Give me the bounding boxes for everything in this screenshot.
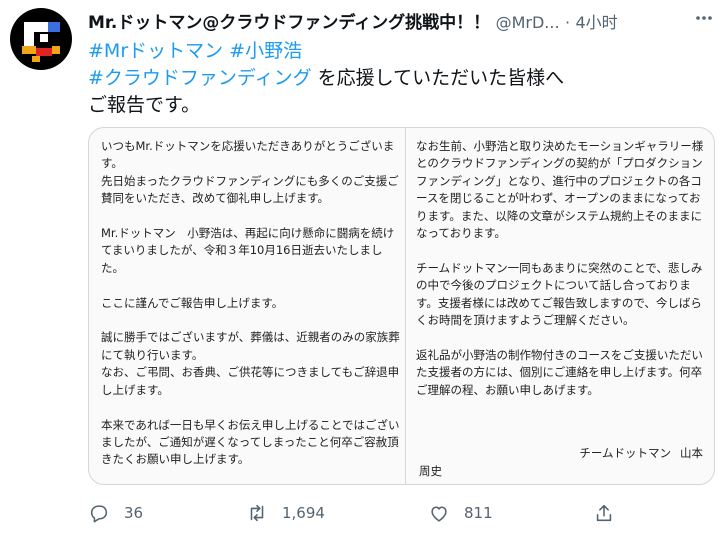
signature-team: チームドットマン [579, 446, 671, 460]
avatar-pixel-block [24, 22, 48, 32]
notice-right-column: なお生前、小野浩と取り決めたモーションギャラリー様とのクラウドファンディングの契… [416, 139, 704, 397]
avatar-pixel-block [52, 46, 60, 54]
share-button[interactable] [593, 498, 629, 528]
author-name[interactable]: Mr.ドットマン@クラウドファンディング挑戦中！！ [88, 13, 490, 33]
avatar-pixel-block [40, 34, 48, 42]
separator-dot: · [564, 13, 571, 32]
hashtag-link[interactable]: #小野浩 [229, 40, 302, 62]
tweet-timestamp[interactable]: 4小时 [575, 13, 617, 32]
hashtag-link[interactable]: #クラウドファンディング [88, 67, 312, 89]
retweet-count: 1,694 [282, 504, 325, 522]
like-button[interactable]: 811 [428, 498, 493, 528]
avatar-pixel-block [36, 48, 52, 56]
avatar-pixel-block [48, 22, 60, 32]
tweet-line-2: #クラウドファンディング を応援していただいた皆様へ [88, 65, 708, 92]
author-handle[interactable]: @MrD... [496, 13, 560, 32]
tweet-header: Mr.ドットマン@クラウドファンディング挑戦中！！ @MrD... · 4小时 [88, 10, 718, 36]
avatar-pixel-block [24, 32, 34, 46]
tweet-text-fragment: を応援していただいた皆様へ [311, 67, 565, 89]
hashtag-link[interactable]: #Mrドットマン [88, 40, 223, 62]
tweet-line-3: ご報告です。 [88, 94, 201, 116]
reply-button[interactable]: 36 [88, 498, 143, 528]
avatar-pixel-block [22, 46, 36, 54]
tweet-image[interactable]: いつもMr.ドットマンを応援いただきありがとうございます。 先日始まったクラウド… [88, 127, 715, 485]
share-icon [596, 504, 612, 522]
retweet-button[interactable]: 1,694 [246, 498, 325, 528]
avatar[interactable] [10, 8, 72, 70]
signature-given-name: 周史 [419, 464, 442, 478]
reply-count: 36 [124, 504, 144, 522]
tweet-actions: 36 1,694 811 [88, 498, 708, 528]
reply-icon [90, 505, 108, 523]
like-count: 811 [464, 504, 493, 522]
tweet-text: #Mrドットマン #小野浩 #クラウドファンディング を応援していただいた皆様へ… [88, 38, 708, 119]
signature-surname: 山本 [680, 446, 703, 460]
like-icon [431, 506, 447, 522]
more-icon[interactable] [694, 8, 714, 33]
tweet-line-1: #Mrドットマン #小野浩 [88, 38, 708, 65]
notice-left-column: いつもMr.ドットマンを応援いただきありがとうございます。 先日始まったクラウド… [101, 139, 400, 467]
retweet-icon [250, 504, 264, 522]
column-divider [405, 128, 406, 484]
avatar-pixel-block [32, 56, 40, 62]
